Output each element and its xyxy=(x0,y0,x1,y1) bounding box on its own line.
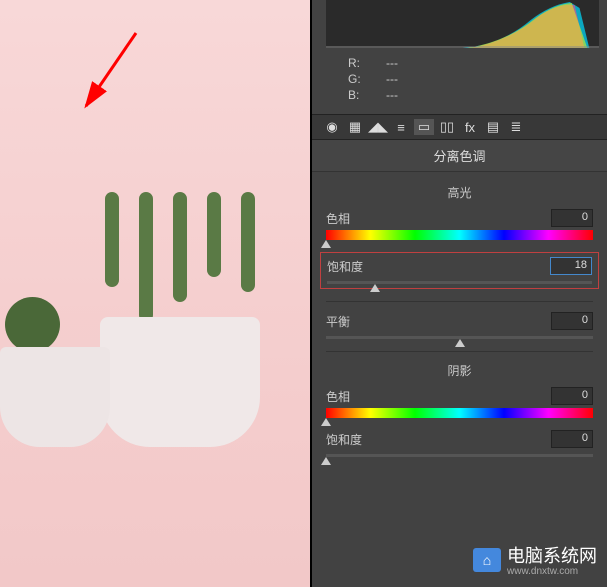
panel-title: 分离色调 xyxy=(312,140,607,172)
rgb-r-value: --- xyxy=(386,56,416,70)
image-preview xyxy=(0,0,312,587)
highlights-hue-slider[interactable] xyxy=(326,230,593,240)
highlights-hue-value[interactable]: 0 xyxy=(551,209,593,227)
shadows-saturation-value[interactable]: 0 xyxy=(551,430,593,448)
tab-curve-icon[interactable]: ▦ xyxy=(345,119,365,135)
watermark: ⌂ 电脑系统网 www.dnxtw.com xyxy=(473,542,597,577)
rgb-g-value: --- xyxy=(386,72,416,86)
balance-slider[interactable] xyxy=(326,336,593,339)
highlights-saturation-thumb[interactable] xyxy=(370,284,380,292)
rgb-g-label: G: xyxy=(348,72,366,86)
shadows-hue-label: 色相 xyxy=(326,388,350,405)
tab-basic-icon[interactable]: ◉ xyxy=(322,119,342,135)
highlights-saturation-slider[interactable] xyxy=(327,281,592,284)
highlights-hue-label: 色相 xyxy=(326,210,350,227)
histogram xyxy=(326,0,599,48)
tab-hsl-icon[interactable]: ≡ xyxy=(391,119,411,135)
shadows-saturation-label: 饱和度 xyxy=(326,431,362,448)
balance-thumb[interactable] xyxy=(455,339,465,347)
tab-lens-icon[interactable]: ▯▯ xyxy=(437,119,457,135)
shadows-saturation-thumb[interactable] xyxy=(321,457,331,465)
tab-calibration-icon[interactable]: ▤ xyxy=(483,119,503,135)
tab-bar: ◉ ▦ ◢◣ ≡ ▭ ▯▯ fx ▤ ≣ xyxy=(312,114,607,140)
balance-label: 平衡 xyxy=(326,313,350,330)
shadows-hue-value[interactable]: 0 xyxy=(551,387,593,405)
shadows-saturation-slider[interactable] xyxy=(326,454,593,457)
tab-fx-icon[interactable]: fx xyxy=(460,119,480,135)
highlights-section-label: 高光 xyxy=(326,184,593,201)
shadows-hue-thumb[interactable] xyxy=(321,418,331,426)
shadows-hue-slider[interactable] xyxy=(326,408,593,418)
tab-presets-icon[interactable]: ≣ xyxy=(506,119,526,135)
highlights-saturation-label: 饱和度 xyxy=(327,258,363,275)
watermark-text: 电脑系统网 xyxy=(507,542,597,568)
tab-split-tone-icon[interactable]: ▭ xyxy=(414,119,434,135)
highlights-saturation-value[interactable]: 18 xyxy=(550,257,592,275)
highlights-hue-thumb[interactable] xyxy=(321,240,331,248)
balance-value[interactable]: 0 xyxy=(551,312,593,330)
tab-detail-icon[interactable]: ◢◣ xyxy=(368,119,388,135)
watermark-icon: ⌂ xyxy=(473,548,501,572)
rgb-r-label: R: xyxy=(348,56,366,70)
rgb-b-label: B: xyxy=(348,88,366,102)
adjustments-panel: R: --- G: --- B: --- ◉ ▦ ◢◣ xyxy=(312,0,607,587)
shadows-section-label: 阴影 xyxy=(326,362,593,379)
rgb-b-value: --- xyxy=(386,88,416,102)
rgb-readout: R: --- G: --- B: --- xyxy=(312,52,607,114)
